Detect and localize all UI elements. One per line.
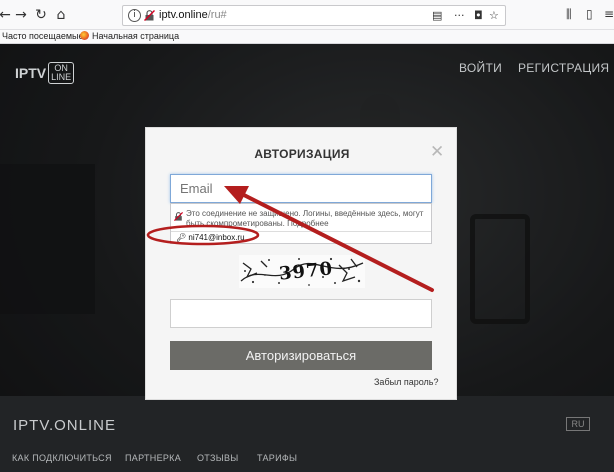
home-icon[interactable]: ⌂ <box>52 6 70 24</box>
insecure-lock-icon <box>174 212 183 221</box>
bookmark-star-icon[interactable]: ☆ <box>489 9 499 22</box>
reader-view-icon[interactable]: ▤ <box>432 9 442 22</box>
captcha-field[interactable] <box>170 299 432 328</box>
footer-link-how-to-connect[interactable]: КАК ПОДКЛЮЧИТЬСЯ <box>12 453 112 463</box>
login-link[interactable]: ВОЙТИ <box>459 61 502 75</box>
library-icon[interactable]: ⫼ <box>566 7 572 22</box>
footer-link-tariffs[interactable]: ТАРИФЫ <box>257 453 297 463</box>
captcha-image: 3970 <box>239 255 365 288</box>
info-icon[interactable]: i <box>128 9 141 22</box>
page-actions-icon[interactable]: ··· <box>454 9 465 22</box>
login-modal: АВТОРИЗАЦИЯ ✕ Это соединение не защищено… <box>145 127 457 400</box>
site-logo[interactable]: IPTV ON LINE <box>15 62 75 84</box>
insecure-warning[interactable]: Это соединение не защищено. Логины, введ… <box>186 209 428 229</box>
key-icon: 🔑︎ <box>176 233 187 242</box>
autofill-suggestion[interactable]: 🔑︎ ni741@inbox.ru <box>176 233 245 242</box>
insecure-lock-icon[interactable] <box>144 10 155 21</box>
url-text: iptv.online/ru# <box>159 9 227 21</box>
register-link[interactable]: РЕГИСТРАЦИЯ <box>518 61 609 75</box>
reload-icon[interactable]: ↻ <box>32 6 50 24</box>
sidebar-icon[interactable]: ▯ <box>586 7 593 21</box>
bookmarks-bar: Часто посещаемые Начальная страница <box>0 30 614 44</box>
language-selector[interactable]: RU <box>566 417 590 431</box>
address-bar[interactable]: i iptv.online/ru# ▤ ··· ◘ ☆ <box>122 5 506 26</box>
footer-link-reviews[interactable]: ОТЗЫВЫ <box>197 453 239 463</box>
close-icon[interactable]: ✕ <box>430 142 444 162</box>
email-field[interactable] <box>170 174 432 203</box>
forward-icon[interactable]: → <box>12 6 30 24</box>
autofill-dropdown: Это соединение не защищено. Логины, введ… <box>170 203 432 244</box>
bookmark-most-visited[interactable]: Часто посещаемые <box>2 31 84 41</box>
bookmark-start-page[interactable]: Начальная страница <box>80 31 179 41</box>
browser-toolbar: ← → ↻ ⌂ i iptv.online/ru# ▤ ··· ◘ ☆ ⫼ ▯ … <box>0 0 614 30</box>
login-button[interactable]: Авторизироваться <box>170 341 432 370</box>
firefox-icon <box>80 31 89 40</box>
footer-link-partner[interactable]: ПАРТНЕРКА <box>125 453 181 463</box>
footer-brand: IPTV.ONLINE <box>13 417 116 434</box>
menu-icon[interactable]: ≡ <box>604 7 614 21</box>
pocket-icon[interactable]: ◘ <box>474 9 483 22</box>
modal-title: АВТОРИЗАЦИЯ <box>254 147 350 161</box>
divider <box>171 231 431 232</box>
forgot-password-link[interactable]: Забыл пароль? <box>374 377 438 387</box>
